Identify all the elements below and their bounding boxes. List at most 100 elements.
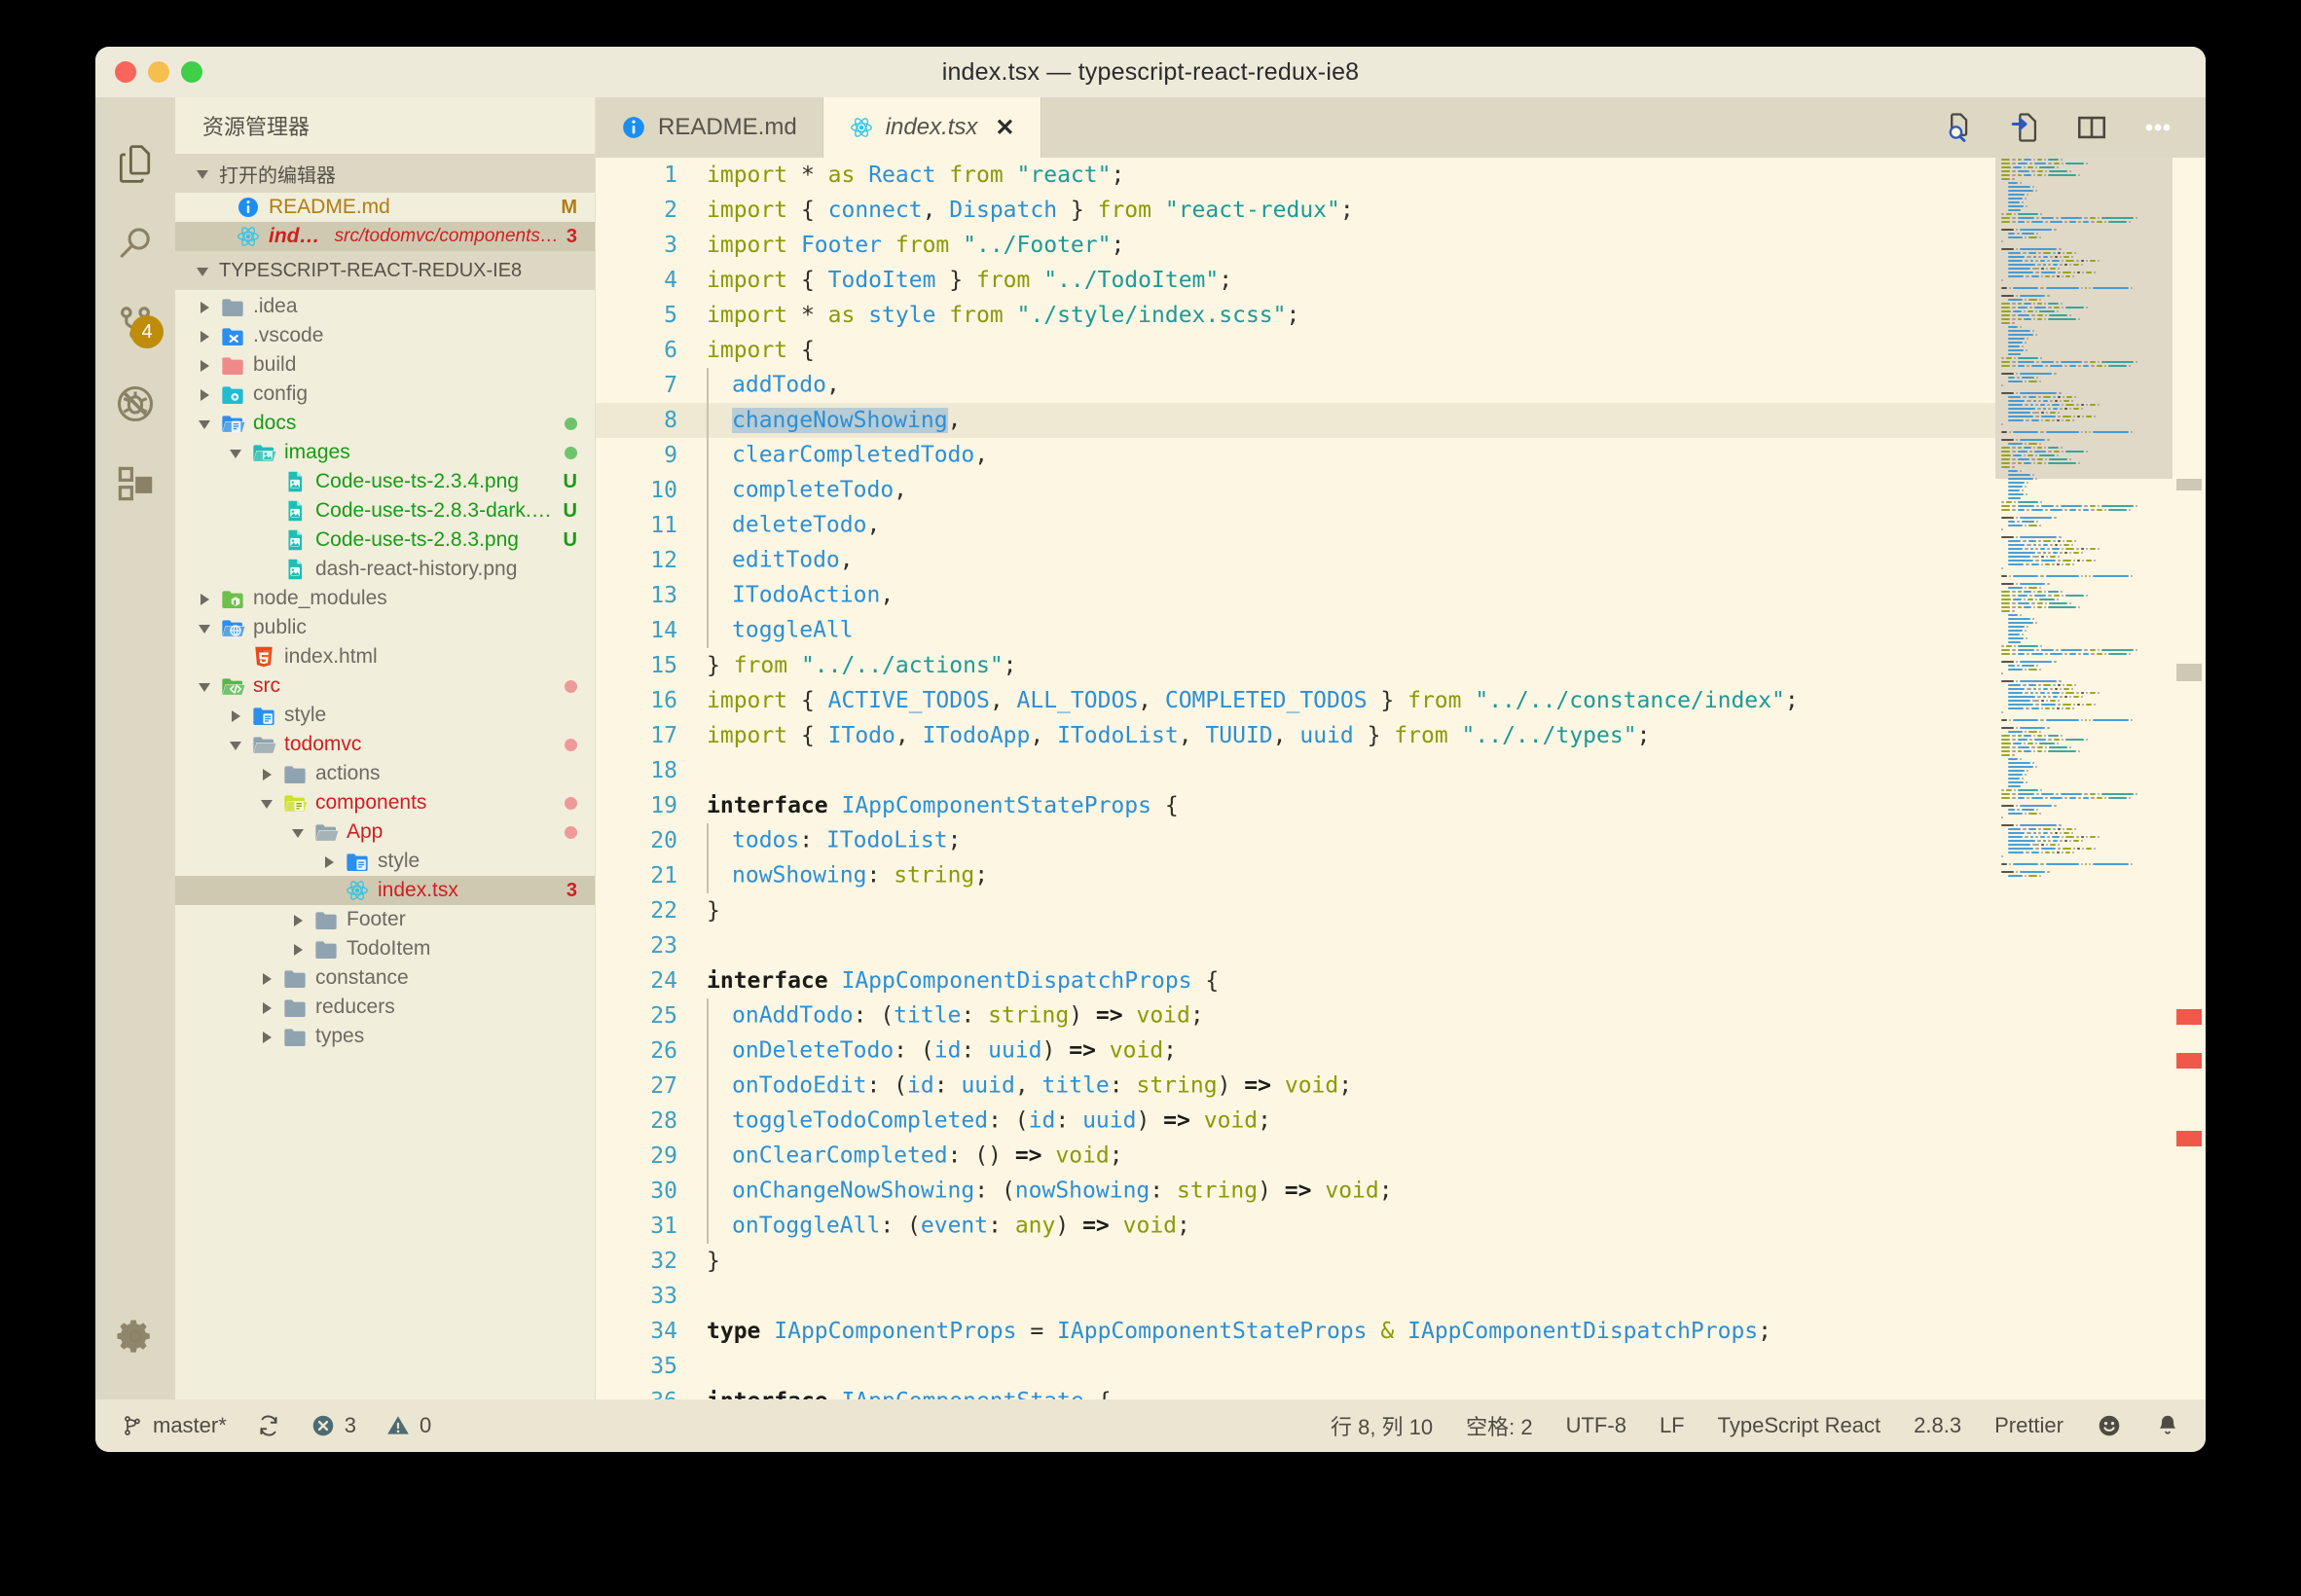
chevron-down-icon xyxy=(261,796,274,810)
code-line[interactable]: 36interface IAppComponentState { xyxy=(596,1384,1995,1399)
code-line[interactable]: 7 addTodo, xyxy=(596,368,1995,403)
code-line[interactable]: 35 xyxy=(596,1349,1995,1384)
overview-ruler[interactable] xyxy=(2173,158,2206,1399)
status-typescript-version[interactable]: 2.8.3 xyxy=(1914,1413,1961,1438)
code-line[interactable]: 31 onToggleAll: (event: any) => void; xyxy=(596,1209,1995,1244)
line-number: 18 xyxy=(650,758,677,783)
status-errors[interactable]: 3 xyxy=(310,1413,356,1438)
tree-item-constance[interactable]: constance xyxy=(175,963,595,993)
find-in-file-icon[interactable] xyxy=(1943,111,1976,144)
folder-plain-icon xyxy=(313,907,339,932)
status-cursor-position[interactable]: 行 8, 列 10 xyxy=(1331,1410,1433,1441)
tree-item-todoitem[interactable]: TodoItem xyxy=(175,934,595,963)
tree-item-code-use-ts-2-8-3-dark-png[interactable]: Code-use-ts-2.8.3-dark.png U xyxy=(175,496,595,526)
sidebar-item-explorer[interactable] xyxy=(95,125,175,204)
code-line[interactable]: 34 type IAppComponentProps = IAppComponen… xyxy=(596,1314,1995,1349)
tree-item-types[interactable]: types xyxy=(175,1022,595,1051)
code-editor[interactable]: 1 import * as React from "react"; 2 import … xyxy=(596,158,1995,1399)
tree-item-public[interactable]: public xyxy=(175,613,595,642)
code-line[interactable]: 5 import * as style from "./style/index.s… xyxy=(596,298,1995,333)
status-indentation[interactable]: 空格: 2 xyxy=(1466,1410,1532,1441)
status-language-mode[interactable]: TypeScript React xyxy=(1718,1413,1881,1438)
code-line[interactable]: 12 editTodo, xyxy=(596,543,1995,578)
code-line[interactable]: 15} from "../../actions"; xyxy=(596,648,1995,683)
code-line[interactable]: 14 toggleAll xyxy=(596,613,1995,648)
code-line[interactable]: 20 todos: ITodoList; xyxy=(596,823,1995,858)
project-root-header[interactable]: TYPESCRIPT-REACT-REDUX-IE8 xyxy=(175,251,595,290)
code-line[interactable]: 4 import { TodoItem } from "../TodoItem"; xyxy=(596,263,1995,298)
code-line[interactable]: 16 import { ACTIVE_TODOS, ALL_TODOS, COMP… xyxy=(596,683,1995,718)
code-line[interactable]: 21 nowShowing: string; xyxy=(596,858,1995,893)
split-move-icon[interactable] xyxy=(2009,111,2042,144)
tree-item-config[interactable]: config xyxy=(175,380,595,409)
tree-item-code-use-ts-2-8-3-png[interactable]: Code-use-ts-2.8.3.png U xyxy=(175,526,595,555)
status-warnings[interactable]: 0 xyxy=(385,1413,431,1438)
code-line[interactable]: 2 import { connect, Dispatch } from "reac… xyxy=(596,193,1995,228)
sidebar-item-source-control[interactable]: 4 xyxy=(95,284,175,364)
tree-item--idea[interactable]: .idea xyxy=(175,292,595,321)
minimap[interactable] xyxy=(1995,158,2173,1399)
code-line[interactable]: 26 onDeleteTodo: (id: uuid) => void; xyxy=(596,1034,1995,1069)
code-line[interactable]: 24 interface IAppComponentDispatchProps { xyxy=(596,963,1995,998)
tree-item--vscode[interactable]: .vscode xyxy=(175,321,595,350)
code-line[interactable]: 8 changeNowShowing, xyxy=(596,403,1995,438)
sidebar-item-search[interactable] xyxy=(95,204,175,284)
code-line[interactable]: 17 import { ITodo, ITodoApp, ITodoList, T… xyxy=(596,718,1995,753)
split-editor-icon[interactable] xyxy=(2075,111,2108,144)
open-editor-readme[interactable]: README.md M xyxy=(175,193,595,222)
code-text: interface IAppComponentDispatchProps { xyxy=(707,968,1220,994)
tree-item-actions[interactable]: actions xyxy=(175,759,595,788)
code-line[interactable]: 22} xyxy=(596,893,1995,928)
status-encoding[interactable]: UTF-8 xyxy=(1566,1413,1626,1438)
code-line[interactable]: 30 onChangeNowShowing: (nowShowing: strin… xyxy=(596,1174,1995,1209)
sidebar-item-debug[interactable] xyxy=(95,364,175,444)
code-line[interactable]: 13 ITodoAction, xyxy=(596,578,1995,613)
tree-item-node-modules[interactable]: node_modules xyxy=(175,584,595,613)
tab-index-tsx[interactable]: index.tsx ✕ xyxy=(822,97,1041,158)
code-line[interactable]: 9 clearCompletedTodo, xyxy=(596,438,1995,473)
code-line[interactable]: 32} xyxy=(596,1244,1995,1279)
status-eol[interactable]: LF xyxy=(1660,1413,1685,1438)
code-line[interactable]: 1 import * as React from "react"; xyxy=(596,158,1995,193)
tree-item-app[interactable]: App xyxy=(175,817,595,847)
open-editor-label: index.tsx xyxy=(269,225,327,247)
tree-item-code-use-ts-2-3-4-png[interactable]: Code-use-ts-2.3.4.png U xyxy=(175,467,595,496)
tree-item-style[interactable]: style xyxy=(175,701,595,730)
tree-item-index-tsx[interactable]: index.tsx 3 xyxy=(175,876,595,905)
code-line[interactable]: 23 xyxy=(596,928,1995,963)
tree-item-docs[interactable]: docs xyxy=(175,409,595,438)
tree-item-images[interactable]: images xyxy=(175,438,595,467)
code-line[interactable]: 25 onAddTodo: (title: string) => void; xyxy=(596,998,1995,1034)
tree-item-footer[interactable]: Footer xyxy=(175,905,595,934)
code-line[interactable]: 28 toggleTodoCompleted: (id: uuid) => voi… xyxy=(596,1104,1995,1139)
sidebar-item-extensions[interactable] xyxy=(95,444,175,524)
code-line[interactable]: 19 interface IAppComponentStateProps { xyxy=(596,788,1995,823)
open-editor-index-tsx[interactable]: index.tsx src/todomvc/components… 3 xyxy=(175,222,595,251)
tree-item-components[interactable]: components xyxy=(175,788,595,817)
code-line[interactable]: 10 completeTodo, xyxy=(596,473,1995,508)
tree-item-build[interactable]: build xyxy=(175,350,595,380)
code-line[interactable]: 11 deleteTodo, xyxy=(596,508,1995,543)
tab-readme-md[interactable]: README.md xyxy=(596,97,823,158)
open-editors-header[interactable]: 打开的编辑器 xyxy=(175,154,595,193)
tree-item-dash-react-history-png[interactable]: dash-react-history.png xyxy=(175,555,595,584)
manage-settings-button[interactable] xyxy=(95,1296,175,1376)
tree-item-style[interactable]: style xyxy=(175,847,595,876)
status-formatter[interactable]: Prettier xyxy=(1994,1413,2064,1438)
close-icon[interactable]: ✕ xyxy=(995,114,1014,142)
code-line[interactable]: 27 onTodoEdit: (id: uuid, title: string) … xyxy=(596,1069,1995,1104)
status-sync[interactable] xyxy=(256,1413,281,1438)
code-line[interactable]: 18 xyxy=(596,753,1995,788)
more-actions-icon[interactable] xyxy=(2141,118,2174,137)
code-line[interactable]: 33 xyxy=(596,1279,1995,1314)
tree-item-index-html[interactable]: index.html xyxy=(175,642,595,671)
status-notifications[interactable] xyxy=(2155,1413,2180,1438)
status-branch[interactable]: master* xyxy=(121,1413,227,1438)
code-line[interactable]: 3 import Footer from "../Footer"; xyxy=(596,228,1995,263)
code-line[interactable]: 6 import { xyxy=(596,333,1995,368)
tree-item-todomvc[interactable]: todomvc xyxy=(175,730,595,759)
tree-item-reducers[interactable]: reducers xyxy=(175,993,595,1022)
tree-item-src[interactable]: src xyxy=(175,671,595,701)
status-feedback[interactable] xyxy=(2097,1413,2122,1438)
code-line[interactable]: 29 onClearCompleted: () => void; xyxy=(596,1139,1995,1174)
